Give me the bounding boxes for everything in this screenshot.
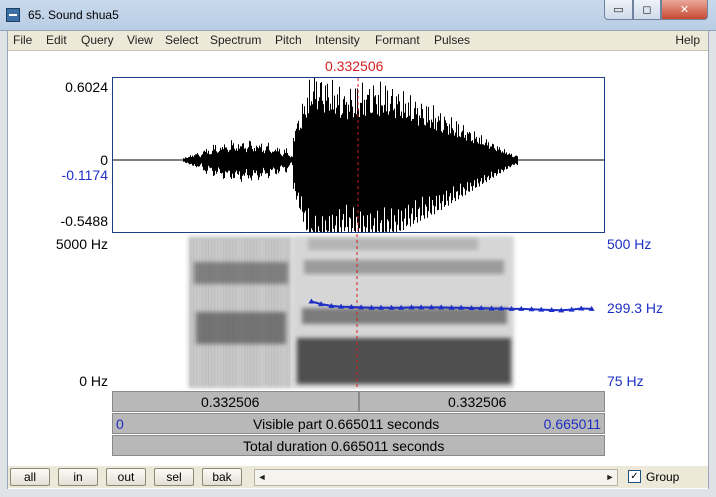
- window-title: 65. Sound shua5: [28, 8, 119, 22]
- waveform-min-label: -0.5488: [60, 213, 108, 229]
- formant-f3: [304, 260, 504, 274]
- sound-editor: File Edit Query View Select Spectrum Pit…: [7, 30, 709, 489]
- formant-f2: [302, 308, 507, 324]
- spectrogram-striation: [193, 238, 195, 388]
- scroll-right-icon[interactable]: ►: [603, 470, 617, 485]
- menu-pulses[interactable]: Pulses: [434, 33, 470, 47]
- waveform-max-label: 0.6024: [65, 79, 108, 95]
- minimize-icon: ▭: [613, 3, 624, 16]
- waveform-path: [113, 78, 604, 232]
- minimize-button[interactable]: ▭: [604, 0, 633, 20]
- close-icon: ✕: [679, 3, 690, 16]
- menu-spectrum[interactable]: Spectrum: [210, 33, 261, 47]
- cursor-time-label: 0.332506: [325, 58, 384, 74]
- group-label: Group: [646, 470, 680, 484]
- horizontal-scrollbar[interactable]: ◄ ►: [254, 469, 618, 486]
- menu-formant[interactable]: Formant: [375, 33, 420, 47]
- formant-f4: [308, 238, 478, 250]
- group-checkbox[interactable]: ✓: [628, 470, 641, 483]
- menu-intensity[interactable]: Intensity: [315, 33, 360, 47]
- total-duration-label: Total duration 0.665011 seconds: [243, 438, 445, 454]
- maximize-icon: ◻: [642, 3, 652, 16]
- menu-edit[interactable]: Edit: [46, 33, 67, 47]
- menu-help[interactable]: Help: [675, 33, 700, 47]
- scroll-left-icon[interactable]: ◄: [255, 470, 269, 485]
- drawing-area[interactable]: 0.332506 0.6024 0 -0.1174 -0.5488 5000 H…: [8, 51, 708, 489]
- total-duration-bar[interactable]: Total duration 0.665011 seconds: [112, 435, 605, 456]
- visible-part-label: Visible part 0.665011 seconds: [253, 416, 440, 432]
- waveform-panel[interactable]: [112, 77, 605, 233]
- spectrogram-bottom-freq-label: 0 Hz: [79, 373, 108, 389]
- segment-left-duration: 0.332506: [201, 394, 260, 410]
- segment-right[interactable]: 0.332506: [359, 391, 605, 412]
- spectrogram-svg: [188, 234, 595, 390]
- zoom-back-button[interactable]: bak: [202, 468, 242, 486]
- spectrogram-striation: [190, 238, 192, 388]
- waveform-zero-label: 0: [100, 152, 108, 168]
- zoom-in-button[interactable]: in: [58, 468, 98, 486]
- pitch-bottom-label: 75 Hz: [607, 373, 644, 389]
- fricative-band-high: [194, 262, 288, 284]
- checkmark-icon: ✓: [630, 471, 639, 482]
- title-bar: 65. Sound shua5 ▭ ◻ ✕: [0, 0, 716, 31]
- spectrogram-striation: [289, 238, 291, 388]
- spectrogram-striation: [286, 238, 288, 388]
- zoom-selection-button[interactable]: sel: [154, 468, 194, 486]
- spectrogram-top-freq-label: 5000 Hz: [55, 236, 108, 252]
- praat-app-icon: [6, 8, 20, 22]
- menu-bar: File Edit Query View Select Spectrum Pit…: [8, 31, 708, 51]
- menu-pitch[interactable]: Pitch: [275, 33, 302, 47]
- menu-query[interactable]: Query: [81, 33, 114, 47]
- visible-end-label: 0.665011: [543, 416, 601, 432]
- menu-select[interactable]: Select: [165, 33, 198, 47]
- waveform-cursor-value-label: -0.1174: [61, 167, 108, 183]
- menu-view[interactable]: View: [127, 33, 153, 47]
- bottom-toolbar: all in out sel bak ◄ ► ✓ Group: [8, 466, 708, 488]
- all-button[interactable]: all: [10, 468, 50, 486]
- waveform-trace: [113, 78, 604, 232]
- formant-f1: [297, 338, 511, 384]
- pitch-value-label: 299.3 Hz: [607, 300, 664, 316]
- visible-start-label: 0: [116, 416, 124, 432]
- menu-file[interactable]: File: [13, 33, 32, 47]
- fricative-band-mid: [196, 312, 286, 344]
- visible-part-bar[interactable]: 0 Visible part 0.665011 seconds 0.665011: [112, 413, 605, 434]
- spectrogram-panel[interactable]: [112, 234, 605, 390]
- maximize-button[interactable]: ◻: [633, 0, 661, 20]
- zoom-out-button[interactable]: out: [106, 468, 146, 486]
- segment-left[interactable]: 0.332506: [112, 391, 359, 412]
- segment-right-duration: 0.332506: [448, 394, 507, 410]
- waveform-svg: [113, 78, 604, 232]
- pitch-top-label: 500 Hz: [607, 236, 652, 252]
- close-button[interactable]: ✕: [661, 0, 708, 20]
